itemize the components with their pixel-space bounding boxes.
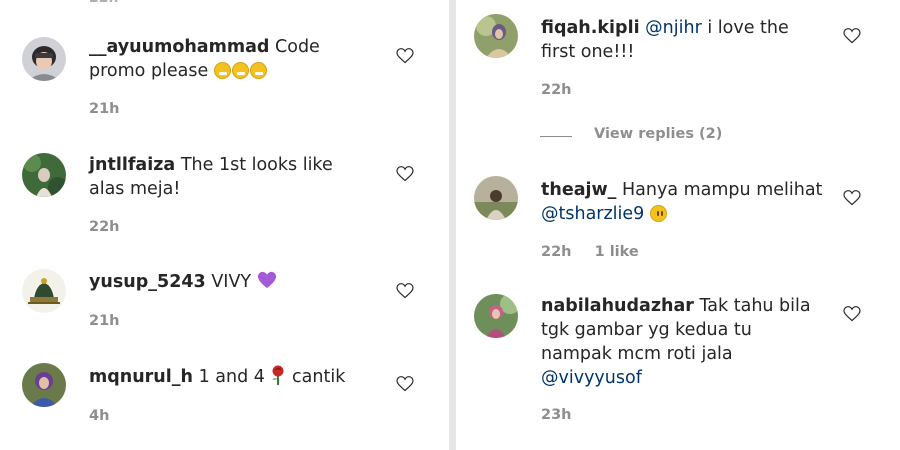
- comment-meta: 22h 1 like: [541, 244, 639, 260]
- left-comments-panel: 22h __ayuumohammad Code promo please 21h: [0, 0, 449, 450]
- comment-text: mqnurul_h 1 and 4 cantik: [89, 365, 345, 389]
- view-replies-button[interactable]: View replies (2): [540, 126, 740, 146]
- comment-text: __ayuumohammad Code promo please: [89, 35, 320, 83]
- avatar[interactable]: [22, 269, 66, 313]
- comment-body-line2: tgk gambar yg kedua tu: [541, 320, 752, 340]
- comment-username[interactable]: yusup_5243: [89, 272, 206, 292]
- avatar[interactable]: [474, 176, 518, 220]
- replies-line: [540, 136, 572, 137]
- comment-username[interactable]: mqnurul_h: [89, 367, 193, 387]
- comment-text: jntllfaiza The 1st looks like alas meja!: [89, 153, 333, 201]
- neutral-face-emoji: [649, 205, 667, 222]
- mention-link[interactable]: @njihr: [645, 18, 702, 38]
- comment-text: fiqah.kipli @njihr i love the first one!…: [541, 16, 789, 64]
- mention-link[interactable]: @vivyyusof: [541, 368, 642, 388]
- comment-body-line1: Code: [275, 37, 320, 57]
- comment-username[interactable]: nabilahudazhar: [541, 296, 694, 316]
- comment-body-line1: Hanya mampu melihat: [622, 180, 823, 200]
- purple-heart-emoji: [257, 271, 276, 289]
- heart-outline-icon[interactable]: [843, 28, 861, 44]
- heart-outline-icon[interactable]: [843, 306, 861, 322]
- comment-body-line1: Tak tahu bila: [699, 296, 811, 316]
- avatar[interactable]: [22, 37, 66, 81]
- comment-username[interactable]: __ayuumohammad: [89, 37, 269, 57]
- comment-body-line3: nampak mcm roti jala: [541, 344, 733, 364]
- right-comments-panel: fiqah.kipli @njihr i love the first one!…: [456, 0, 900, 450]
- comment-username[interactable]: theajw_: [541, 180, 616, 200]
- comment-body-line2: first one!!!: [541, 42, 635, 62]
- heart-outline-icon[interactable]: [396, 376, 414, 392]
- cut-off-timestamp: 22h: [89, 0, 118, 6]
- comment-body-line1: VIVY: [211, 272, 252, 292]
- view-replies-label: View replies (2): [594, 126, 723, 142]
- comment-time: 21h: [89, 313, 120, 329]
- comment-time: 22h: [541, 244, 572, 260]
- panel-divider: [449, 0, 456, 450]
- comment-time: 22h: [89, 219, 120, 235]
- mention-link[interactable]: @tsharzlie9: [541, 204, 644, 224]
- heart-outline-icon[interactable]: [396, 283, 414, 299]
- comment-username[interactable]: jntllfaiza: [89, 155, 175, 175]
- avatar[interactable]: [474, 14, 518, 58]
- heart-outline-icon[interactable]: [396, 166, 414, 182]
- heart-outline-icon[interactable]: [843, 190, 861, 206]
- comment-body-line1: 1 and 4: [198, 367, 265, 387]
- grimace-emoji: [213, 61, 268, 81]
- comment-text: nabilahudazhar Tak tahu bila tgk gambar …: [541, 294, 811, 390]
- comment-time: 21h: [89, 101, 120, 117]
- comment-body-line1: i love the: [707, 18, 789, 38]
- comment-body-line2: promo please: [89, 61, 209, 81]
- comment-text: theajw_ Hanya mampu melihat @tsharzlie9: [541, 178, 822, 226]
- avatar[interactable]: [22, 363, 66, 407]
- comment-body-line1: The 1st looks like: [180, 155, 333, 175]
- comment-time: 4h: [89, 408, 110, 424]
- comment-time: 22h: [541, 82, 572, 98]
- comment-time: 23h: [541, 407, 572, 423]
- comment-username[interactable]: fiqah.kipli: [541, 18, 640, 38]
- avatar[interactable]: [474, 294, 518, 338]
- comment-text: yusup_5243 VIVY: [89, 270, 277, 294]
- avatar[interactable]: [22, 153, 66, 197]
- heart-outline-icon[interactable]: [396, 48, 414, 64]
- comment-body-line1b: cantik: [292, 367, 346, 387]
- rose-emoji: [272, 365, 284, 385]
- comment-likes[interactable]: 1 like: [595, 244, 639, 260]
- comment-body-line2: alas meja!: [89, 179, 181, 199]
